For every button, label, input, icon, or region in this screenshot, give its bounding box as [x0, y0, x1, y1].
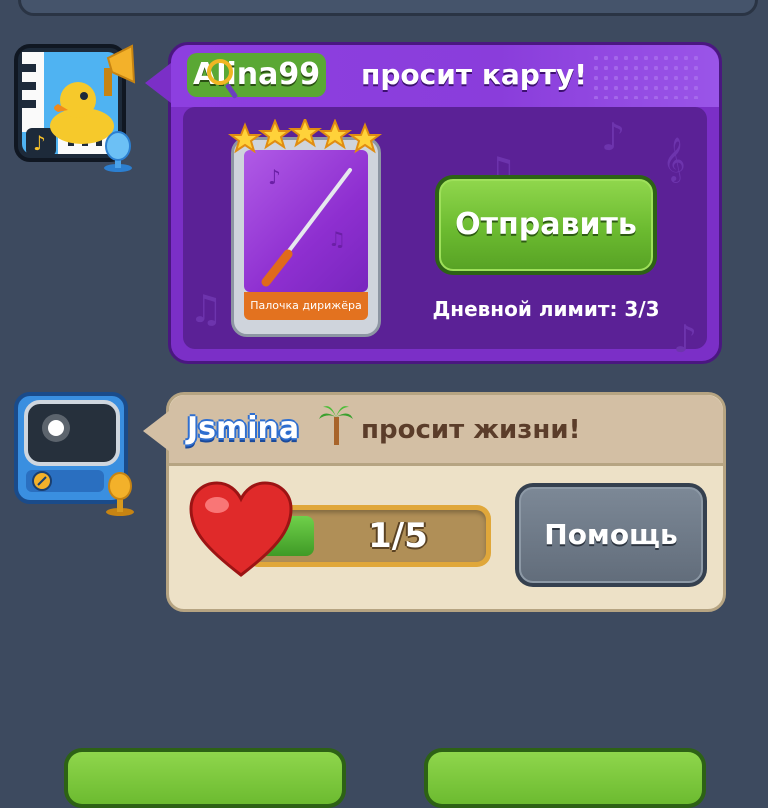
card-rating	[227, 116, 383, 159]
life-request-header: Jsmina просит жизни!	[169, 395, 723, 466]
request-message: просит жизни!	[361, 415, 581, 445]
star-icon	[288, 116, 322, 148]
music-note-icon: ♫	[189, 287, 224, 331]
bottom-button-face	[428, 752, 702, 804]
card-request-header: Alina99 просит карту!	[171, 45, 719, 107]
conductor-baton-icon: ♪ ♫	[244, 150, 368, 292]
life-request-panel: Jsmina просит жизни! 1/5 Помощь	[143, 392, 726, 612]
card-item[interactable]: ♪ ♫ Палочка дирижёра	[231, 137, 381, 337]
help-button[interactable]: Помощь	[515, 483, 707, 587]
svg-text:♪: ♪	[268, 165, 281, 189]
retro-tv-icon	[12, 390, 138, 520]
previous-panel-edge	[18, 0, 758, 16]
music-note-icon: ♪	[601, 115, 626, 159]
bottom-button-face	[68, 752, 342, 804]
card-name: Палочка дирижёра	[244, 292, 368, 320]
daily-limit-text: Дневной лимит: 3/3	[432, 297, 660, 321]
help-button-label: Помощь	[519, 487, 703, 583]
speech-bubble-tail	[145, 63, 171, 103]
treble-clef-icon: 𝄞	[663, 137, 686, 181]
requester-username: Jsmina	[187, 411, 300, 446]
decorative-dots	[591, 53, 701, 99]
svg-text:♪: ♪	[33, 131, 46, 155]
music-note-icon: ♪	[673, 317, 698, 361]
lives-count: 1/5	[368, 516, 428, 556]
duck-music-icon: ♪	[12, 42, 138, 172]
svg-text:♫: ♫	[328, 227, 346, 251]
star-icon	[228, 122, 262, 154]
speech-bubble-tail	[143, 411, 169, 451]
heart-icon	[187, 479, 295, 579]
bottom-action-button-right[interactable]	[424, 748, 706, 808]
bottom-action-button-left[interactable]	[64, 748, 346, 808]
star-icon	[348, 122, 382, 154]
card-request-panel: Alina99 просит карту! ♫ ♪ 𝄞 ♪ ♫ ♪ ♫ Пало…	[145, 42, 722, 364]
palm-tree-icon	[319, 403, 353, 447]
star-icon	[318, 118, 352, 150]
request-message: просит карту!	[361, 58, 588, 91]
send-button-label: Отправить	[439, 179, 653, 271]
magnifier-icon	[207, 59, 233, 85]
send-button[interactable]: Отправить	[435, 175, 657, 275]
star-icon	[258, 118, 292, 150]
